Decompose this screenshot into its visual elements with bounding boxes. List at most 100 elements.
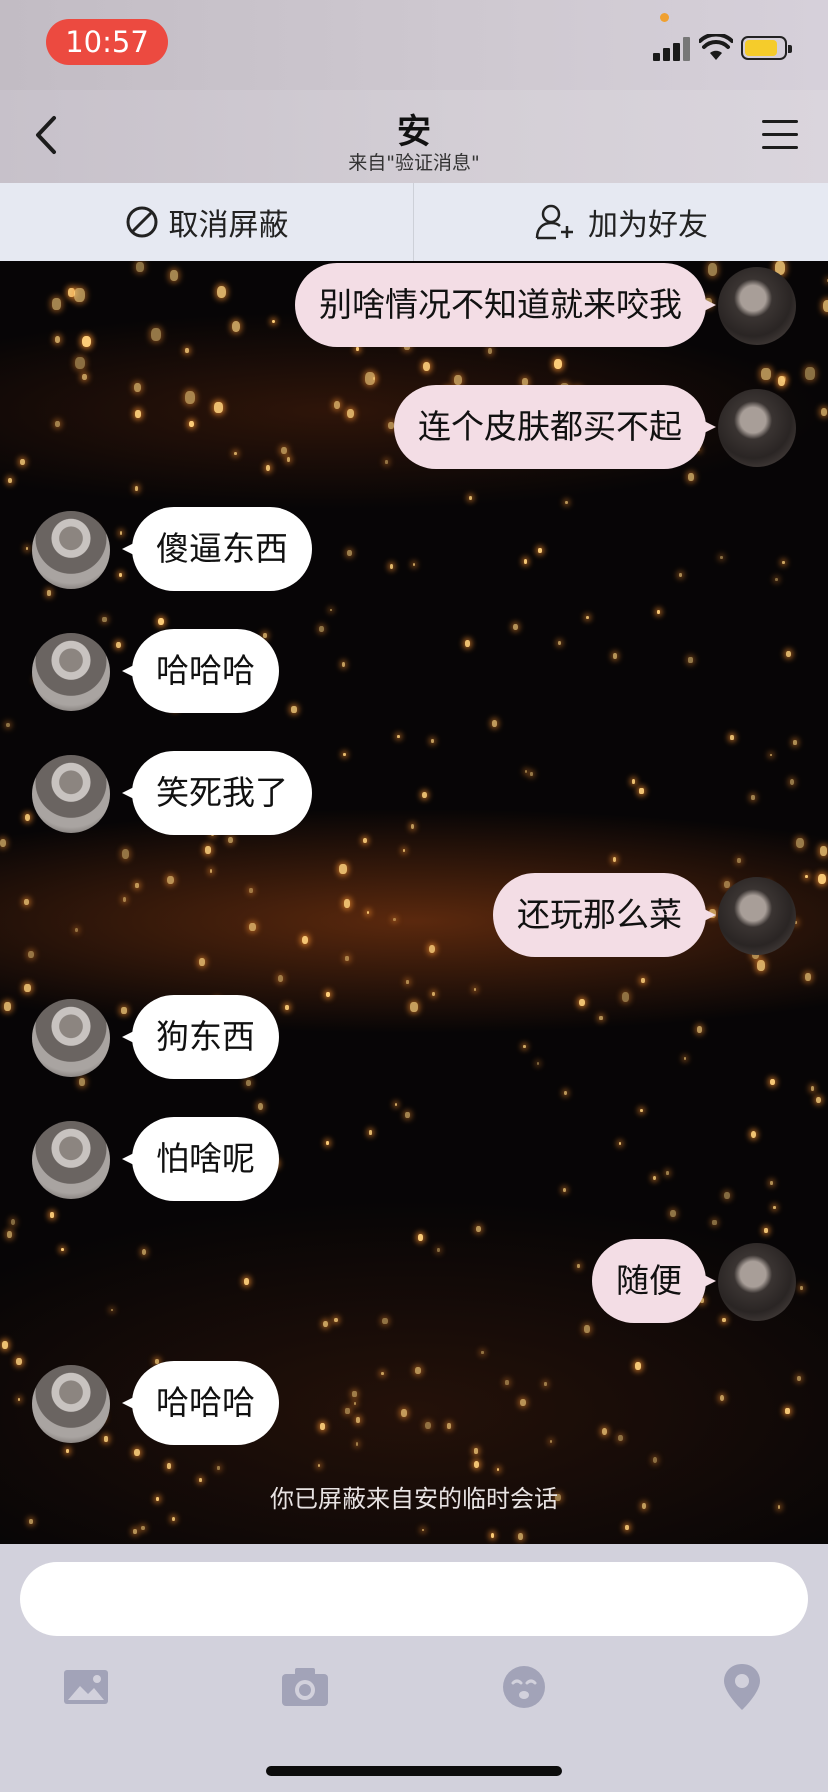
lantern-light <box>277 974 284 982</box>
message-bubble-received[interactable]: 哈哈哈 <box>122 1361 279 1445</box>
lantern-light <box>50 1212 55 1218</box>
lantern-light <box>0 839 7 848</box>
lantern-light <box>397 734 400 739</box>
contact-avatar[interactable] <box>32 1121 110 1199</box>
my-avatar[interactable] <box>718 877 796 955</box>
lantern-light <box>730 735 735 740</box>
chat-title: 安 <box>397 112 431 152</box>
lantern-light <box>773 1205 776 1210</box>
menu-icon[interactable] <box>762 120 798 150</box>
message-row: 笑死我了 <box>0 749 828 839</box>
lantern-light <box>133 1528 138 1534</box>
message-row: 随便 <box>0 1237 828 1327</box>
message-bubble-sent[interactable]: 还玩那么菜 <box>493 873 716 957</box>
contact-avatar[interactable] <box>32 633 110 711</box>
lantern-light <box>761 368 771 381</box>
lantern-light <box>491 720 497 727</box>
privacy-indicator-dot <box>660 13 669 22</box>
lantern-light <box>403 849 406 852</box>
lantern-light <box>7 477 13 484</box>
message-row: 哈哈哈 <box>0 1359 828 1449</box>
message-bubble-sent[interactable]: 连个皮肤都买不起 <box>394 385 716 469</box>
lantern-light <box>204 846 211 854</box>
message-bubble-received[interactable]: 怕啥呢 <box>122 1117 279 1201</box>
add-friend-button[interactable]: 加为好友 <box>414 183 828 261</box>
message-row: 怕啥呢 <box>0 1115 828 1205</box>
lantern-light <box>469 496 473 501</box>
lantern-light <box>257 1103 264 1111</box>
message-row: 连个皮肤都买不起 <box>0 383 828 473</box>
lantern-light <box>481 1351 484 1354</box>
battery-icon <box>741 36 792 60</box>
block-icon <box>126 206 157 238</box>
emoji-icon[interactable] <box>496 1660 552 1714</box>
lantern-light <box>490 1533 495 1538</box>
lantern-light <box>430 738 435 743</box>
lantern-light <box>712 1219 717 1226</box>
location-icon[interactable] <box>714 1660 770 1714</box>
my-avatar[interactable] <box>718 267 796 345</box>
message-row: 哈哈哈 <box>0 627 828 717</box>
lantern-light <box>640 977 645 983</box>
lantern-light <box>652 1456 658 1463</box>
lantern-light <box>496 1467 500 1472</box>
lantern-light <box>612 857 617 862</box>
lantern-light <box>121 849 130 859</box>
message-row: 傻逼东西 <box>0 505 828 595</box>
image-icon[interactable] <box>58 1660 114 1714</box>
lantern-light <box>657 610 661 614</box>
lantern-light <box>141 1525 145 1531</box>
message-input[interactable] <box>20 1562 808 1636</box>
lantern-light <box>518 1533 524 1540</box>
message-bubble-received[interactable]: 哈哈哈 <box>122 629 279 713</box>
lantern-light <box>216 1466 220 1470</box>
lantern-light <box>736 857 741 864</box>
wifi-icon <box>699 34 733 60</box>
lantern-light <box>82 374 88 381</box>
lantern-light <box>406 980 409 984</box>
message-bubble-received[interactable]: 笑死我了 <box>122 751 312 835</box>
lantern-light <box>29 1519 34 1525</box>
lantern-light <box>473 1460 480 1468</box>
message-bubble-sent[interactable]: 别啥情况不知道就来咬我 <box>295 263 716 347</box>
lantern-light <box>757 960 766 971</box>
lantern-light <box>317 1463 321 1467</box>
lantern-light <box>24 984 31 993</box>
message-row: 别啥情况不知道就来咬我 <box>0 261 828 351</box>
lantern-light <box>687 473 694 481</box>
lantern-light <box>805 367 815 380</box>
contact-avatar[interactable] <box>32 999 110 1077</box>
lantern-light <box>815 1096 821 1104</box>
status-time: 10:57 <box>46 19 168 65</box>
unblock-button[interactable]: 取消屏蔽 <box>0 183 414 261</box>
my-avatar[interactable] <box>718 389 796 467</box>
message-bubble-sent[interactable]: 随便 <box>592 1239 716 1323</box>
contact-avatar[interactable] <box>32 755 110 833</box>
chat-subtitle: 来自"验证消息" <box>348 152 480 174</box>
message-row: 狗东西 <box>0 993 828 1083</box>
message-bubble-received[interactable]: 狗东西 <box>122 995 279 1079</box>
system-notice: 你已屏蔽来自安的临时会话 <box>270 1485 558 1513</box>
lantern-light <box>805 972 812 981</box>
lantern-light <box>75 356 85 370</box>
home-indicator[interactable] <box>266 1766 562 1776</box>
camera-icon[interactable] <box>277 1660 333 1714</box>
lantern-light <box>640 1109 643 1113</box>
lantern-light <box>476 1225 482 1232</box>
lantern-light <box>10 1218 16 1225</box>
message-row: 还玩那么菜 <box>0 871 828 961</box>
input-area <box>0 1544 828 1792</box>
lantern-light <box>394 1102 398 1107</box>
lantern-light <box>65 1449 69 1454</box>
lantern-light <box>624 1524 629 1530</box>
message-bubble-received[interactable]: 傻逼东西 <box>122 507 312 591</box>
lantern-light <box>158 617 165 626</box>
cellular-signal-icon <box>653 37 693 61</box>
contact-avatar[interactable] <box>32 1365 110 1443</box>
lantern-light <box>473 987 476 991</box>
lantern-light <box>669 1209 676 1218</box>
chat-area[interactable]: 别啥情况不知道就来咬我 连个皮肤都买不起 傻逼东西 哈哈哈 笑死我了 还玩那么菜… <box>0 261 828 1544</box>
contact-avatar[interactable] <box>32 511 110 589</box>
my-avatar[interactable] <box>718 1243 796 1321</box>
status-bar: 10:57 <box>0 0 828 90</box>
